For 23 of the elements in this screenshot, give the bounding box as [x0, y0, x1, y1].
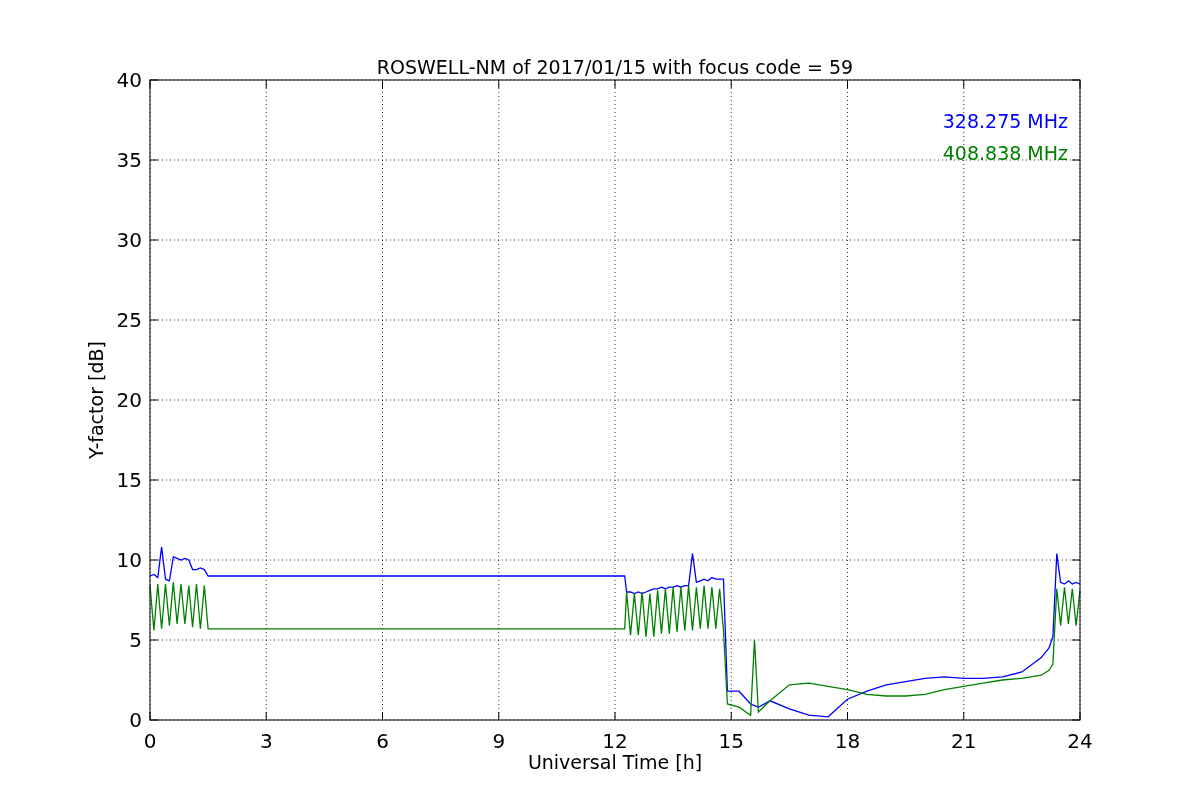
y-axis-label: Y-factor [dB]	[85, 341, 107, 459]
tick-label: 10	[116, 548, 142, 572]
tick-label: 18	[834, 729, 861, 753]
tick-label: 21	[951, 729, 977, 753]
chart-title: ROSWELL-NM of 2017/01/15 with focus code = 59	[376, 56, 854, 78]
tick-label: 15	[116, 468, 142, 492]
tick-label: 12	[602, 729, 628, 753]
x-axis-label: Universal Time [h]	[527, 751, 703, 773]
tick-label: 9	[492, 729, 506, 753]
tick-label: 0	[143, 729, 157, 753]
tick-label: 30	[116, 228, 142, 252]
tick-label: 6	[376, 729, 389, 753]
tick-label: 25	[116, 308, 142, 332]
tick-label: 3	[259, 729, 273, 753]
tick-label: 24	[1067, 729, 1093, 753]
tick-label: 0	[129, 708, 142, 732]
tick-label: 5	[129, 628, 142, 652]
legend-label: 328.275 MHz	[942, 110, 1068, 132]
tick-label: 15	[718, 729, 744, 753]
tick-label: 20	[116, 388, 142, 412]
tick-label: 40	[116, 68, 142, 92]
legend-label: 408.838 MHz	[942, 142, 1068, 164]
tick-label: 35	[116, 148, 142, 172]
